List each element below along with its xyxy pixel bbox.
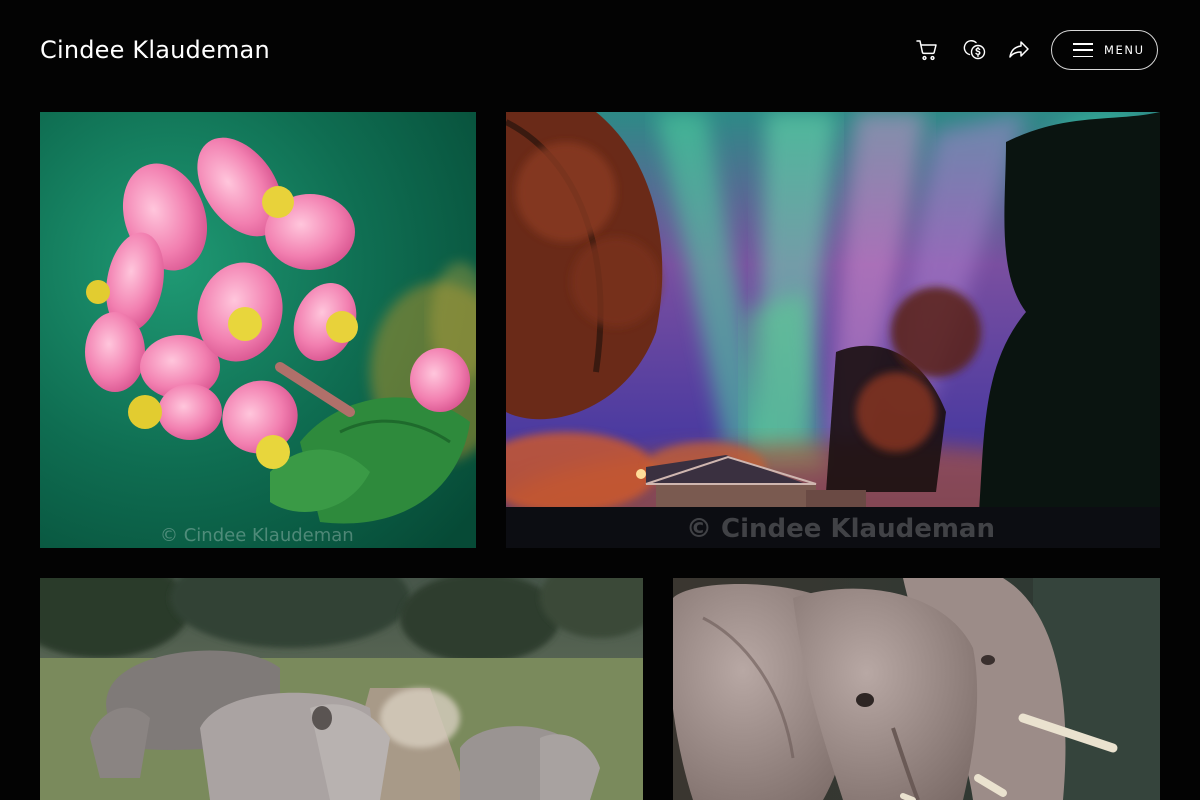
gallery-tile-rhinos[interactable] [40, 578, 643, 800]
site-header: Cindee Klaudeman MENU [0, 0, 1200, 112]
cart-icon [916, 40, 937, 61]
menu-button[interactable]: MENU [1051, 30, 1158, 70]
pricing-button[interactable] [962, 37, 988, 63]
aurora-photo [506, 112, 1160, 548]
menu-label: MENU [1104, 43, 1145, 57]
share-button[interactable] [1006, 37, 1032, 63]
gallery-tile-elephants[interactable] [673, 578, 1160, 800]
share-icon [1009, 41, 1029, 58]
coin-dollar-icon [963, 40, 986, 60]
gallery-tile-flower[interactable]: © Cindee Klaudeman [40, 112, 476, 548]
elephant-photo [673, 578, 1160, 800]
flower-photo [40, 112, 476, 548]
cart-button[interactable] [914, 37, 940, 63]
gallery-tile-aurora[interactable]: © Cindee Klaudeman [506, 112, 1160, 548]
rhino-photo [40, 578, 643, 800]
site-title[interactable]: Cindee Klaudeman [40, 36, 270, 64]
hamburger-icon [1073, 43, 1093, 57]
